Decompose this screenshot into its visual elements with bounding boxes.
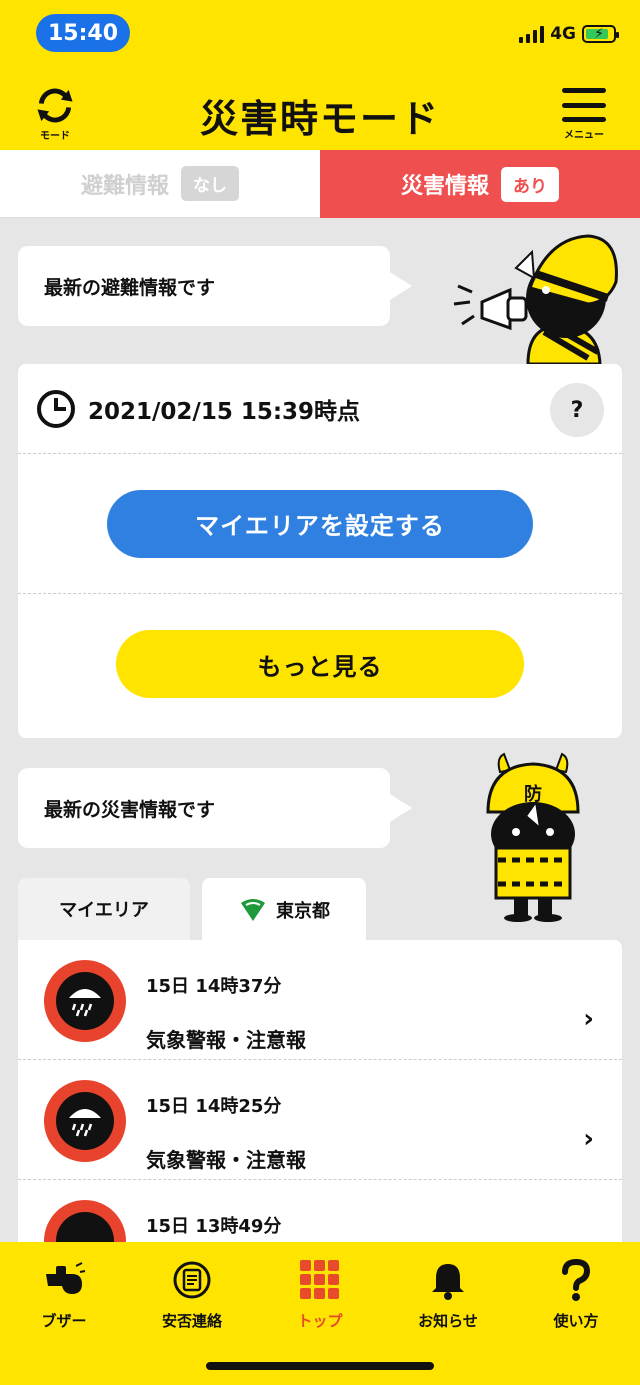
whistle-icon: [36, 1252, 92, 1308]
grid-icon: [292, 1252, 348, 1308]
clock-icon: [37, 389, 75, 428]
status-time: 15:40: [36, 14, 130, 52]
help-button[interactable]: ?: [550, 383, 604, 437]
tab-disaster-badge: あり: [501, 166, 559, 202]
item-date: 15日 14時37分: [146, 976, 282, 997]
item-kind: 気象警報・注意報: [146, 1148, 306, 1172]
list-item[interactable]: 15日 14時37分 気象警報・注意報 ›: [18, 940, 622, 1060]
disaster-list: 15日 14時37分 気象警報・注意報 › 15日 14時25分 気象警報・注意…: [18, 940, 622, 1260]
signal-icon: [519, 25, 545, 43]
info-tabs: 避難情報 なし 災害情報 あり: [0, 150, 640, 218]
chevron-right-icon: ›: [583, 1124, 594, 1154]
page-title: 災害時モード: [199, 97, 440, 141]
nav-buzzer[interactable]: ブザー: [0, 1252, 128, 1385]
menu-button[interactable]: メニュー: [556, 86, 612, 142]
timestamp-row: 2021/02/15 15:39時点: [18, 364, 622, 454]
battery-icon: ⚡: [582, 25, 619, 43]
evac-speech-bubble: 最新の避難情報です: [18, 246, 412, 326]
mascot-helmet-illustration: 防: [486, 752, 580, 922]
tab-evacuation-info[interactable]: 避難情報 なし: [0, 150, 320, 218]
menu-icon: [562, 86, 606, 124]
heavy-rain-warning-icon: [44, 1080, 126, 1162]
mascot-megaphone-illustration: [453, 234, 618, 364]
tab-evacuation-label: 避難情報: [80, 173, 169, 199]
nav-buzzer-label: ブザー: [41, 1312, 87, 1330]
nav-how-to-label: 使い方: [553, 1312, 599, 1330]
heavy-rain-warning-icon: [44, 960, 126, 1042]
disaster-speech-bubble: 最新の災害情報です: [18, 768, 412, 848]
evac-info-card: 2021/02/15 15:39時点 ? マイエリアを設定する もっと見る: [18, 364, 622, 738]
safety-check-icon: [164, 1252, 220, 1308]
question-icon: [548, 1252, 604, 1308]
tab-disaster-info[interactable]: 災害情報 あり: [320, 150, 640, 218]
nav-safety-contact-label: 安否連絡: [161, 1312, 222, 1330]
nav-how-to[interactable]: 使い方: [512, 1252, 640, 1385]
set-area-row: マイエリアを設定する: [18, 454, 622, 594]
item-date: 15日 13時49分: [146, 1216, 282, 1237]
tab-tokyo[interactable]: 東京都: [202, 878, 366, 942]
set-my-area-button[interactable]: マイエリアを設定する: [107, 489, 533, 558]
nav-top-label: トップ: [297, 1312, 343, 1330]
timestamp-text: 2021/02/15 15:39時点: [88, 398, 361, 425]
list-item[interactable]: 15日 14時25分 気象警報・注意報 ›: [18, 1060, 622, 1180]
helmet-kanji: 防: [524, 783, 542, 805]
charging-bolt-icon: ⚡: [594, 26, 604, 42]
tab-evacuation-badge: なし: [181, 166, 239, 201]
more-row: もっと見る: [18, 594, 622, 734]
see-more-button[interactable]: もっと見る: [116, 630, 524, 698]
network-type: 4G: [550, 24, 576, 44]
home-indicator: [206, 1362, 434, 1370]
tab-disaster-label: 災害情報: [400, 174, 489, 199]
item-date: 15日 14時25分: [146, 1096, 282, 1117]
chevron-right-icon: ›: [583, 1004, 594, 1034]
tab-my-area[interactable]: マイエリア: [18, 878, 190, 940]
status-indicators: 4G ⚡: [519, 24, 619, 44]
tab-tokyo-label: 東京都: [276, 901, 330, 922]
header: 15:40 4G ⚡ モード 災害時モード メニュー: [0, 0, 640, 150]
item-kind: 気象警報・注意報: [146, 1028, 306, 1052]
nav-notices-label: お知らせ: [418, 1312, 478, 1330]
bell-icon: [420, 1252, 476, 1308]
menu-label: メニュー: [564, 130, 604, 141]
tokyo-emblem-icon: [241, 899, 265, 921]
